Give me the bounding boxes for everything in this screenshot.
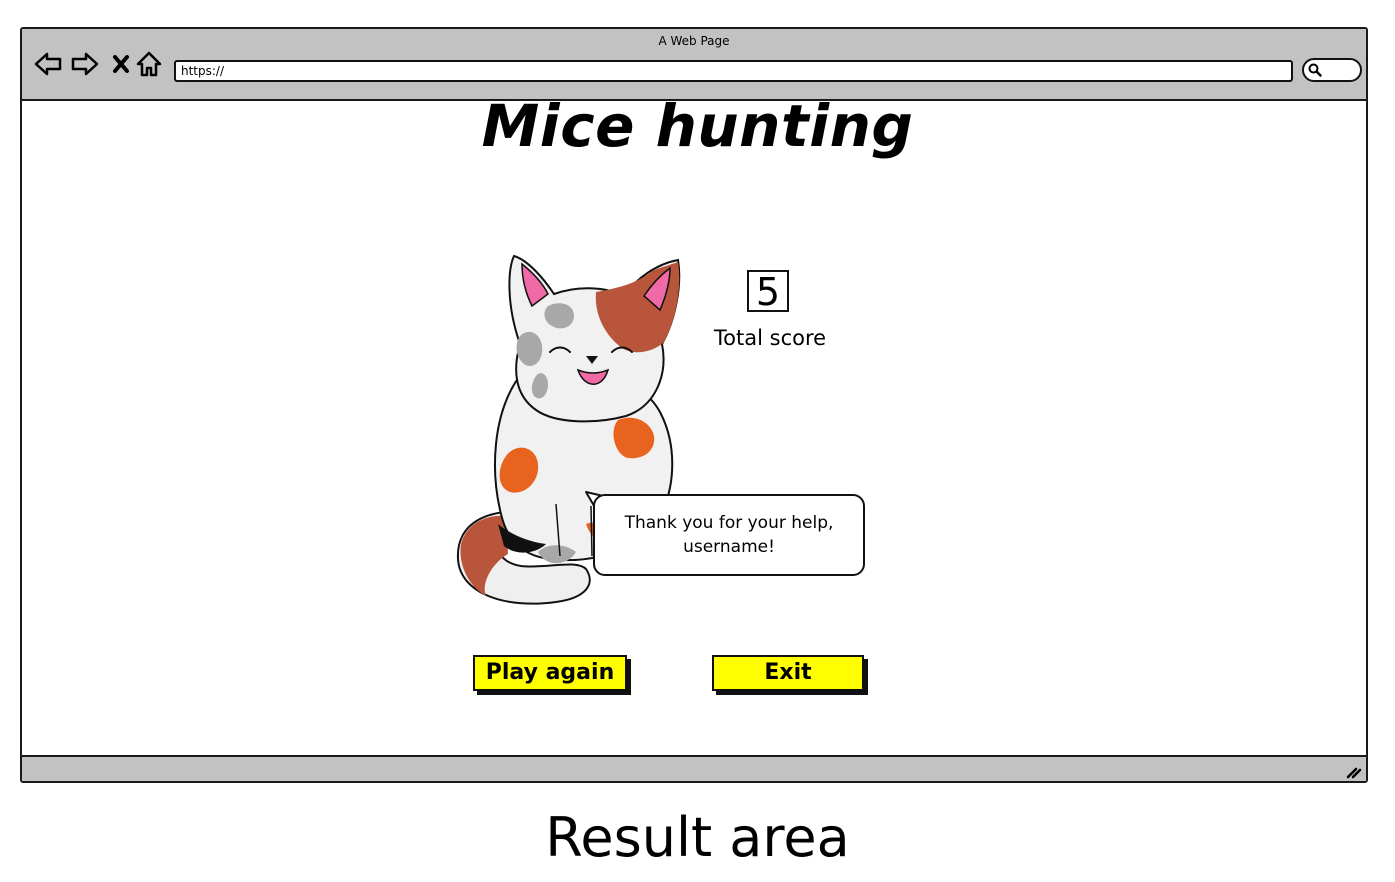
search-field[interactable]	[1302, 58, 1362, 82]
page-title: Mice hunting	[481, 92, 914, 160]
score-label: Total score	[713, 326, 827, 350]
window-title: A Web Page	[658, 34, 730, 48]
home-icon[interactable]	[134, 49, 164, 79]
score-value: 5	[747, 270, 789, 312]
url-input[interactable]: https://	[174, 60, 1293, 82]
browser-chrome: A Web Page https://	[22, 29, 1366, 101]
caption: Result area	[545, 806, 850, 869]
resize-grip-icon[interactable]	[1346, 765, 1362, 779]
speech-bubble: Thank you for your help, username!	[593, 494, 865, 576]
forward-arrow-icon[interactable]	[70, 49, 100, 79]
speech-text-line1: Thank you for your help,	[624, 513, 834, 533]
exit-button[interactable]: Exit	[712, 655, 864, 691]
play-again-button[interactable]: Play again	[473, 655, 627, 691]
back-arrow-icon[interactable]	[33, 49, 63, 79]
speech-text-line2: username!	[683, 537, 775, 557]
status-bar	[22, 755, 1366, 781]
close-icon[interactable]	[107, 49, 137, 79]
search-icon	[1308, 63, 1322, 77]
